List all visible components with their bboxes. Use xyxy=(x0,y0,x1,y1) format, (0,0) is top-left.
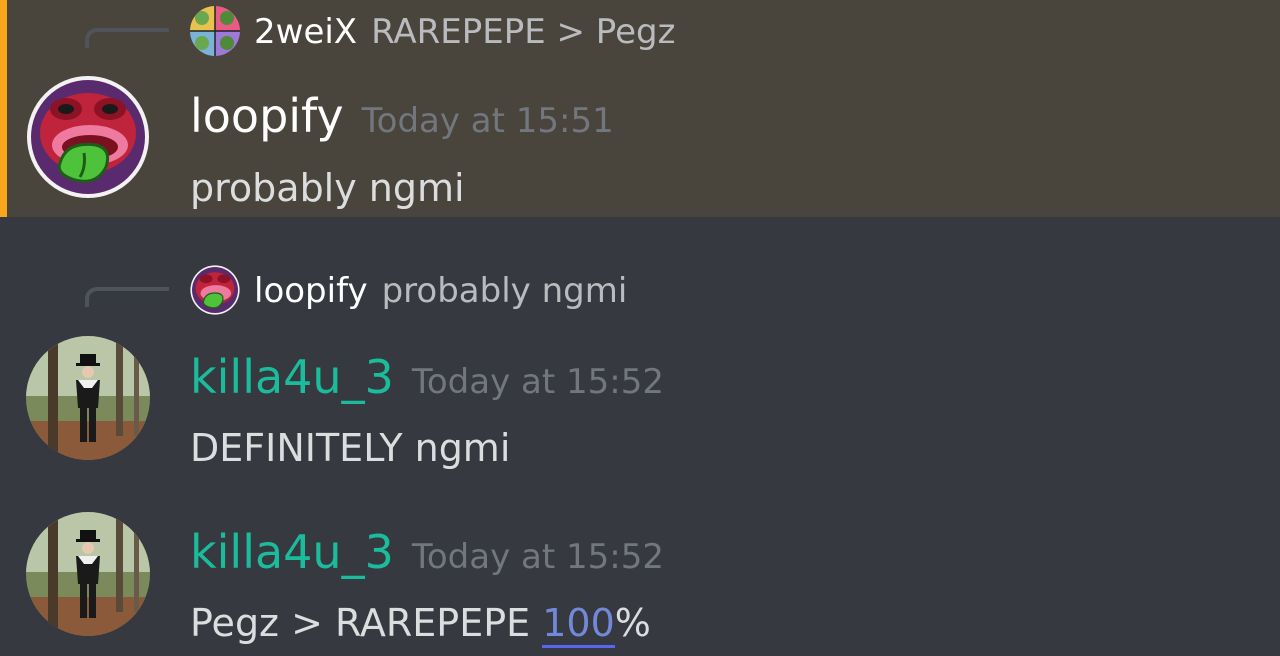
message-content: Pegz > RAREPEPE 100% xyxy=(190,600,651,648)
message-killa4u_3[interactable]: killa4u_3 Today at 15:52 Pegz > RAREPEPE … xyxy=(0,472,1280,656)
author-name[interactable]: killa4u_3 xyxy=(190,350,394,404)
reply-spine xyxy=(85,287,169,307)
reply-preview[interactable]: 2weiX RAREPEPE > Pegz xyxy=(254,12,675,52)
message-loopify[interactable]: 2weiX RAREPEPE > Pegz loopify Today at 15:… xyxy=(0,0,1280,217)
timestamp[interactable]: Today at 15:52 xyxy=(412,362,664,402)
reply-content: RAREPEPE > Pegz xyxy=(371,12,676,52)
message-killa4u_3[interactable]: loopify probably ngmi killa4u_3 Today at 1… xyxy=(0,217,1280,472)
content-highlight[interactable]: 100 xyxy=(542,601,615,648)
pilgrim-photo-avatar-icon[interactable] xyxy=(26,512,150,636)
reply-spine xyxy=(85,28,169,48)
message-header: killa4u_3 Today at 15:52 xyxy=(190,524,664,591)
reply-preview[interactable]: loopify probably ngmi xyxy=(254,271,627,311)
message-header: killa4u_3 Today at 15:52 xyxy=(190,349,664,416)
message-content: DEFINITELY ngmi xyxy=(190,426,511,470)
message-content: probably ngmi xyxy=(190,166,465,210)
pepe-grid-avatar-icon[interactable] xyxy=(190,6,240,56)
reply-content: probably ngmi xyxy=(381,271,628,311)
author-name[interactable]: loopify xyxy=(190,89,344,143)
reply-author[interactable]: 2weiX xyxy=(254,12,357,52)
pepe-tongue-avatar-icon[interactable] xyxy=(190,265,240,315)
pilgrim-photo-avatar-icon[interactable] xyxy=(26,336,150,460)
author-name[interactable]: killa4u_3 xyxy=(190,525,394,579)
message-header: loopify Today at 15:51 xyxy=(190,88,614,155)
content-text: % xyxy=(614,601,651,645)
timestamp[interactable]: Today at 15:51 xyxy=(362,101,614,141)
pepe-tongue-avatar-icon[interactable] xyxy=(26,75,150,199)
reply-author[interactable]: loopify xyxy=(254,271,368,311)
mention-highlight-bar xyxy=(0,0,7,217)
timestamp[interactable]: Today at 15:52 xyxy=(412,537,664,577)
content-text: Pegz > RAREPEPE xyxy=(190,601,543,645)
